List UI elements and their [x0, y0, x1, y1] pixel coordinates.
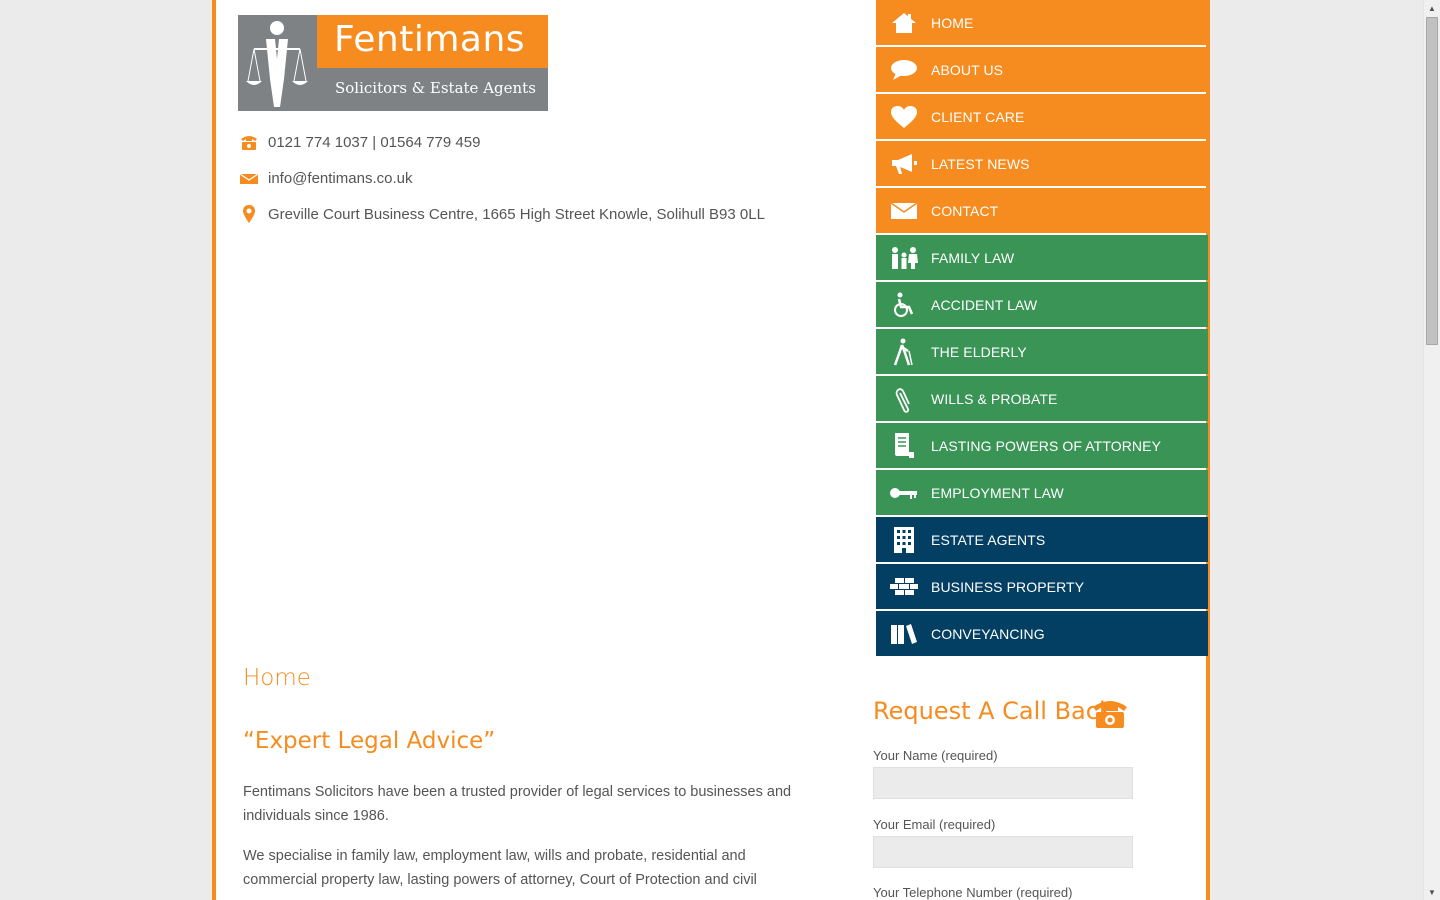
nav-item-business-property[interactable]: BUSINESS PROPERTY [876, 564, 1208, 609]
nav-item-label: THE ELDERLY [931, 343, 1027, 360]
nav-item-label: EMPLOYMENT LAW [931, 484, 1064, 501]
nav-item-lasting-powers-of-attorney[interactable]: LASTING POWERS OF ATTORNEY [876, 423, 1208, 468]
brand-name: Fentimans [334, 19, 526, 60]
email-label: Your Email (required) [873, 817, 996, 832]
intro-line: individuals since 1986. [243, 808, 389, 824]
key-icon [876, 470, 931, 515]
email-link[interactable]: info@fentimans.co.uk [268, 170, 412, 187]
specialisms-line: We specialise in family law, employment … [243, 848, 746, 864]
tagline-heading: “Expert Legal Advice” [243, 728, 496, 754]
nav-item-contact[interactable]: CONTACT [876, 188, 1208, 233]
contact-address: Greville Court Business Centre, 1665 Hig… [238, 204, 765, 224]
name-label: Your Name (required) [873, 748, 998, 763]
intro-line: Fentimans Solicitors have been a trusted… [243, 784, 792, 800]
family-icon [876, 235, 931, 280]
telephone-label: Your Telephone Number (required) [873, 885, 1073, 900]
scales-of-justice-icon [246, 21, 308, 107]
specialisms-paragraph: We specialise in family law, employment … [243, 844, 823, 892]
scrollbar-thumb[interactable] [1426, 17, 1438, 345]
nav-item-label: LATEST NEWS [931, 155, 1030, 172]
wheelchair-icon [876, 282, 931, 327]
nav-item-label: ESTATE AGENTS [931, 531, 1046, 548]
nav-item-home[interactable]: HOME [876, 0, 1208, 45]
nav-item-label: HOME [931, 14, 974, 31]
scroll-down-arrow-icon[interactable]: ▼ [1424, 884, 1440, 900]
telephone-icon [1093, 701, 1127, 728]
bricks-icon [876, 564, 931, 609]
nav-item-label: BUSINESS PROPERTY [931, 578, 1085, 595]
intro-paragraph: Fentimans Solicitors have been a trusted… [243, 780, 823, 828]
address-text: Greville Court Business Centre, 1665 Hig… [268, 205, 765, 223]
speech-bubble-icon [876, 47, 931, 92]
nav-item-label: FAMILY LAW [931, 249, 1015, 266]
page-container: Fentimans Solicitors & Estate Agents 012… [212, 0, 1210, 900]
page-title: Home [243, 665, 311, 691]
nav-item-label: CONVEYANCING [931, 625, 1045, 642]
phone-numbers: 0121 774 1037 | 01564 779 459 [268, 133, 481, 151]
nav-item-label: ACCIDENT LAW [931, 296, 1038, 313]
nav-item-family-law[interactable]: FAMILY LAW [876, 235, 1208, 280]
document-icon [876, 423, 931, 468]
paperclip-icon [876, 376, 931, 421]
nav-item-accident-law[interactable]: ACCIDENT LAW [876, 282, 1208, 327]
walking-stick-icon [876, 329, 931, 374]
books-icon [876, 611, 931, 656]
nav-item-latest-news[interactable]: LATEST NEWS [876, 141, 1208, 186]
building-icon [876, 517, 931, 562]
site-logo[interactable]: Fentimans Solicitors & Estate Agents [238, 15, 548, 111]
specialisms-line: commercial property law, lasting powers … [243, 872, 757, 888]
nav-item-label: ABOUT US [931, 61, 1004, 78]
nav-item-label: CLIENT CARE [931, 108, 1025, 125]
nav-item-about-us[interactable]: ABOUT US [876, 47, 1208, 92]
callback-title: Request A Call Back [873, 697, 1113, 725]
nav-item-label: WILLS & PROBATE [931, 390, 1058, 407]
contact-email: info@fentimans.co.uk [238, 168, 412, 188]
nav-item-estate-agents[interactable]: ESTATE AGENTS [876, 517, 1208, 562]
email-input[interactable] [873, 836, 1133, 868]
nav-item-label: CONTACT [931, 202, 999, 219]
nav-item-the-elderly[interactable]: THE ELDERLY [876, 329, 1208, 374]
envelope-icon [876, 188, 931, 233]
nav-item-label: LASTING POWERS OF ATTORNEY [931, 437, 1162, 454]
nav-item-client-care[interactable]: CLIENT CARE [876, 94, 1208, 139]
nav-item-employment-law[interactable]: EMPLOYMENT LAW [876, 470, 1208, 515]
vertical-scrollbar[interactable]: ▲ ▼ [1423, 0, 1440, 900]
nav-item-conveyancing[interactable]: CONVEYANCING [876, 611, 1208, 656]
contact-phone: 0121 774 1037 | 01564 779 459 [238, 132, 480, 152]
map-pin-icon [238, 204, 260, 224]
main-navigation: HOME ABOUT US CLIENT CARE LATEST NEWS CONTAC… [876, 0, 1208, 658]
envelope-icon [238, 168, 260, 188]
nav-item-wills-and-probate[interactable]: WILLS & PROBATE [876, 376, 1208, 421]
telephone-icon [238, 132, 260, 152]
home-icon [876, 0, 931, 45]
megaphone-icon [876, 141, 931, 186]
heart-icon [876, 94, 931, 139]
name-input[interactable] [873, 767, 1133, 799]
brand-tagline: Solicitors & Estate Agents [335, 79, 536, 97]
scroll-up-arrow-icon[interactable]: ▲ [1424, 0, 1440, 16]
